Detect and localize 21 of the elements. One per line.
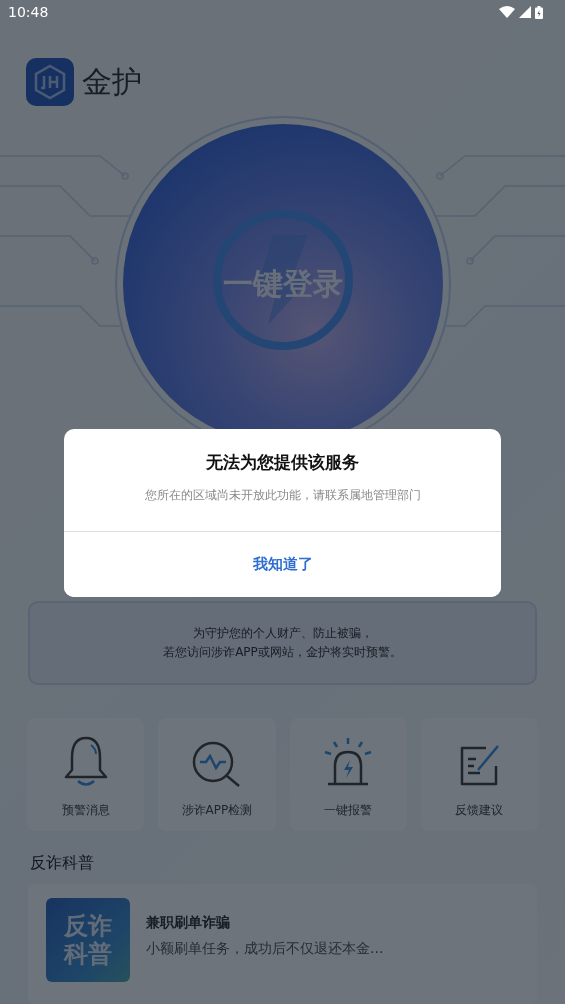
dialog-title: 无法为您提供该服务 [206, 451, 359, 474]
signal-icon [519, 6, 531, 18]
wifi-icon [499, 6, 515, 18]
dialog-message: 您所在的区域尚未开放此功能，请联系属地管理部门 [144, 488, 421, 503]
feature-card[interactable]: 一键报警 [289, 718, 407, 831]
confirm-button[interactable]: 我知道了 [64, 531, 501, 597]
bell-icon [62, 734, 109, 788]
article-thumbnail: 反诈 科普 [46, 898, 130, 982]
article-card[interactable]: 反诈 科普 兼职刷单诈骗 小额刷单任务，成功后不仅退还本金... [28, 884, 537, 1004]
app-logo [26, 58, 74, 106]
article-title: 兼职刷单诈骗 [146, 914, 231, 932]
article-summary: 小额刷单任务，成功后不仅退还本金... [146, 940, 384, 958]
feature-card[interactable]: 预警消息 [27, 718, 145, 831]
battery-icon [535, 5, 543, 19]
lightning-icon [212, 210, 353, 350]
app-name: 金护 [82, 62, 142, 101]
feature-card[interactable]: 反馈建议 [420, 718, 538, 831]
status-time: 10:48 [8, 4, 49, 20]
feature-card[interactable]: 涉诈APP检测 [158, 718, 276, 831]
section-title: 反诈科普 [30, 853, 95, 874]
notice-text: 为守护您的个人财产、防止被骗， 若您访问涉诈APP或网站，金护将实时预警。 [163, 625, 402, 661]
